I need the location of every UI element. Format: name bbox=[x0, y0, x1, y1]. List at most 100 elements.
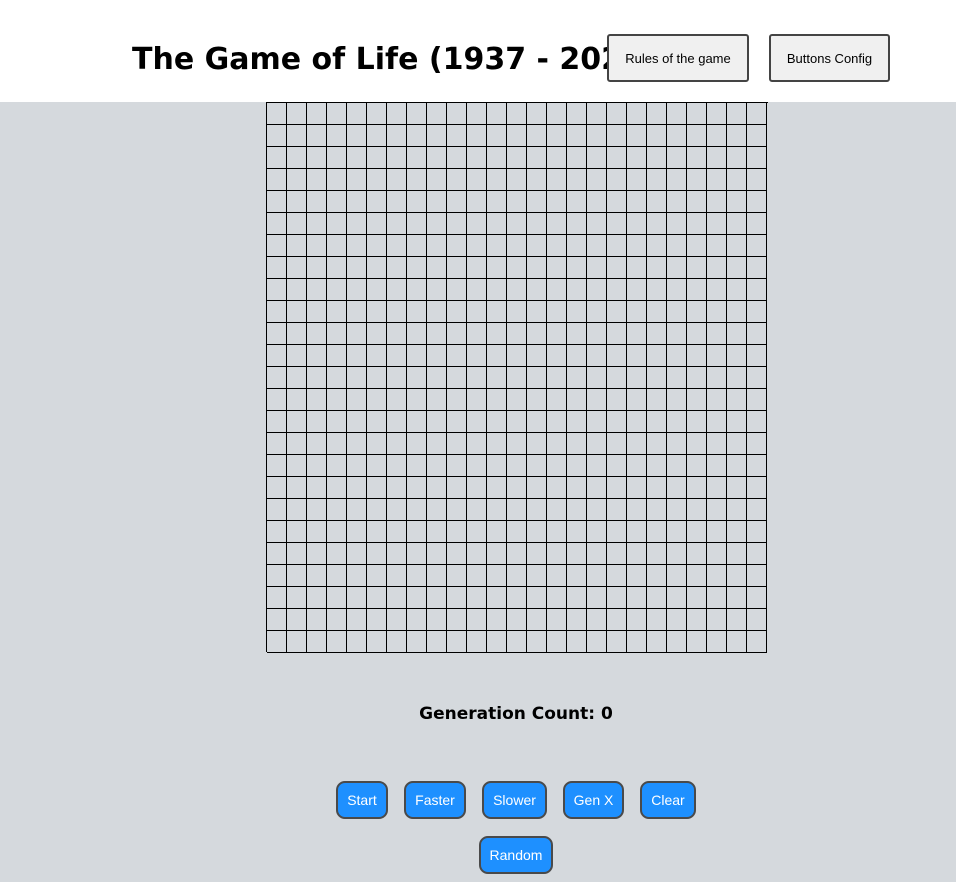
grid-cell[interactable] bbox=[707, 147, 727, 169]
grid-cell[interactable] bbox=[367, 345, 387, 367]
grid-cell[interactable] bbox=[307, 147, 327, 169]
grid-cell[interactable] bbox=[687, 587, 707, 609]
grid-cell[interactable] bbox=[527, 125, 547, 147]
grid-cell[interactable] bbox=[327, 389, 347, 411]
grid-cell[interactable] bbox=[587, 389, 607, 411]
grid-cell[interactable] bbox=[727, 389, 747, 411]
grid-cell[interactable] bbox=[387, 543, 407, 565]
grid-cell[interactable] bbox=[527, 323, 547, 345]
grid-cell[interactable] bbox=[347, 191, 367, 213]
grid-cell[interactable] bbox=[267, 147, 287, 169]
grid-cell[interactable] bbox=[567, 521, 587, 543]
grid-cell[interactable] bbox=[687, 565, 707, 587]
grid-cell[interactable] bbox=[327, 477, 347, 499]
grid-cell[interactable] bbox=[447, 587, 467, 609]
grid-cell[interactable] bbox=[647, 367, 667, 389]
grid-cell[interactable] bbox=[687, 477, 707, 499]
grid-cell[interactable] bbox=[647, 147, 667, 169]
grid-cell[interactable] bbox=[367, 147, 387, 169]
grid-cell[interactable] bbox=[287, 213, 307, 235]
grid-cell[interactable] bbox=[287, 587, 307, 609]
grid-cell[interactable] bbox=[687, 301, 707, 323]
grid-cell[interactable] bbox=[267, 389, 287, 411]
grid-cell[interactable] bbox=[307, 565, 327, 587]
grid-cell[interactable] bbox=[327, 609, 347, 631]
grid-cell[interactable] bbox=[647, 301, 667, 323]
grid-cell[interactable] bbox=[487, 631, 507, 653]
grid-cell[interactable] bbox=[347, 323, 367, 345]
grid-cell[interactable] bbox=[687, 631, 707, 653]
grid-cell[interactable] bbox=[567, 587, 587, 609]
grid-cell[interactable] bbox=[567, 433, 587, 455]
grid-cell[interactable] bbox=[727, 367, 747, 389]
grid-cell[interactable] bbox=[547, 367, 567, 389]
grid-cell[interactable] bbox=[727, 565, 747, 587]
grid-cell[interactable] bbox=[467, 455, 487, 477]
grid-cell[interactable] bbox=[307, 499, 327, 521]
grid-cell[interactable] bbox=[747, 103, 767, 125]
grid-cell[interactable] bbox=[547, 147, 567, 169]
grid-cell[interactable] bbox=[387, 191, 407, 213]
grid-cell[interactable] bbox=[567, 235, 587, 257]
grid-cell[interactable] bbox=[527, 455, 547, 477]
grid-cell[interactable] bbox=[367, 279, 387, 301]
grid-cell[interactable] bbox=[367, 543, 387, 565]
grid-cell[interactable] bbox=[307, 103, 327, 125]
grid-cell[interactable] bbox=[547, 169, 567, 191]
grid-cell[interactable] bbox=[427, 257, 447, 279]
grid-cell[interactable] bbox=[327, 345, 347, 367]
grid-cell[interactable] bbox=[347, 565, 367, 587]
grid-cell[interactable] bbox=[467, 169, 487, 191]
grid-cell[interactable] bbox=[487, 411, 507, 433]
grid-cell[interactable] bbox=[267, 499, 287, 521]
grid-cell[interactable] bbox=[627, 433, 647, 455]
grid-cell[interactable] bbox=[347, 389, 367, 411]
grid-cell[interactable] bbox=[527, 477, 547, 499]
grid-cell[interactable] bbox=[507, 433, 527, 455]
grid-cell[interactable] bbox=[647, 631, 667, 653]
grid-cell[interactable] bbox=[327, 543, 347, 565]
grid-cell[interactable] bbox=[447, 631, 467, 653]
grid-cell[interactable] bbox=[467, 499, 487, 521]
grid-cell[interactable] bbox=[267, 455, 287, 477]
grid-cell[interactable] bbox=[687, 323, 707, 345]
grid-cell[interactable] bbox=[447, 367, 467, 389]
grid-cell[interactable] bbox=[567, 477, 587, 499]
grid-cell[interactable] bbox=[347, 103, 367, 125]
grid-cell[interactable] bbox=[587, 587, 607, 609]
grid-cell[interactable] bbox=[327, 565, 347, 587]
grid-cell[interactable] bbox=[727, 631, 747, 653]
grid-cell[interactable] bbox=[327, 521, 347, 543]
grid-cell[interactable] bbox=[407, 521, 427, 543]
grid-cell[interactable] bbox=[707, 191, 727, 213]
grid-cell[interactable] bbox=[667, 565, 687, 587]
grid-cell[interactable] bbox=[367, 587, 387, 609]
grid-cell[interactable] bbox=[747, 499, 767, 521]
grid-cell[interactable] bbox=[627, 147, 647, 169]
grid-cell[interactable] bbox=[587, 477, 607, 499]
grid-cell[interactable] bbox=[447, 609, 467, 631]
grid-cell[interactable] bbox=[467, 323, 487, 345]
grid-cell[interactable] bbox=[287, 565, 307, 587]
grid-cell[interactable] bbox=[487, 235, 507, 257]
grid-cell[interactable] bbox=[707, 279, 727, 301]
grid-cell[interactable] bbox=[587, 367, 607, 389]
grid-cell[interactable] bbox=[267, 213, 287, 235]
grid-cell[interactable] bbox=[607, 411, 627, 433]
grid-cell[interactable] bbox=[607, 499, 627, 521]
grid-cell[interactable] bbox=[587, 301, 607, 323]
grid-cell[interactable] bbox=[487, 147, 507, 169]
grid-cell[interactable] bbox=[307, 433, 327, 455]
grid-cell[interactable] bbox=[707, 257, 727, 279]
grid-cell[interactable] bbox=[747, 411, 767, 433]
grid-cell[interactable] bbox=[627, 213, 647, 235]
grid-cell[interactable] bbox=[507, 521, 527, 543]
grid-cell[interactable] bbox=[747, 125, 767, 147]
grid-cell[interactable] bbox=[427, 301, 447, 323]
grid-cell[interactable] bbox=[287, 279, 307, 301]
grid-cell[interactable] bbox=[407, 169, 427, 191]
grid-cell[interactable] bbox=[407, 543, 427, 565]
grid-cell[interactable] bbox=[487, 169, 507, 191]
grid-cell[interactable] bbox=[407, 631, 427, 653]
grid-cell[interactable] bbox=[567, 367, 587, 389]
